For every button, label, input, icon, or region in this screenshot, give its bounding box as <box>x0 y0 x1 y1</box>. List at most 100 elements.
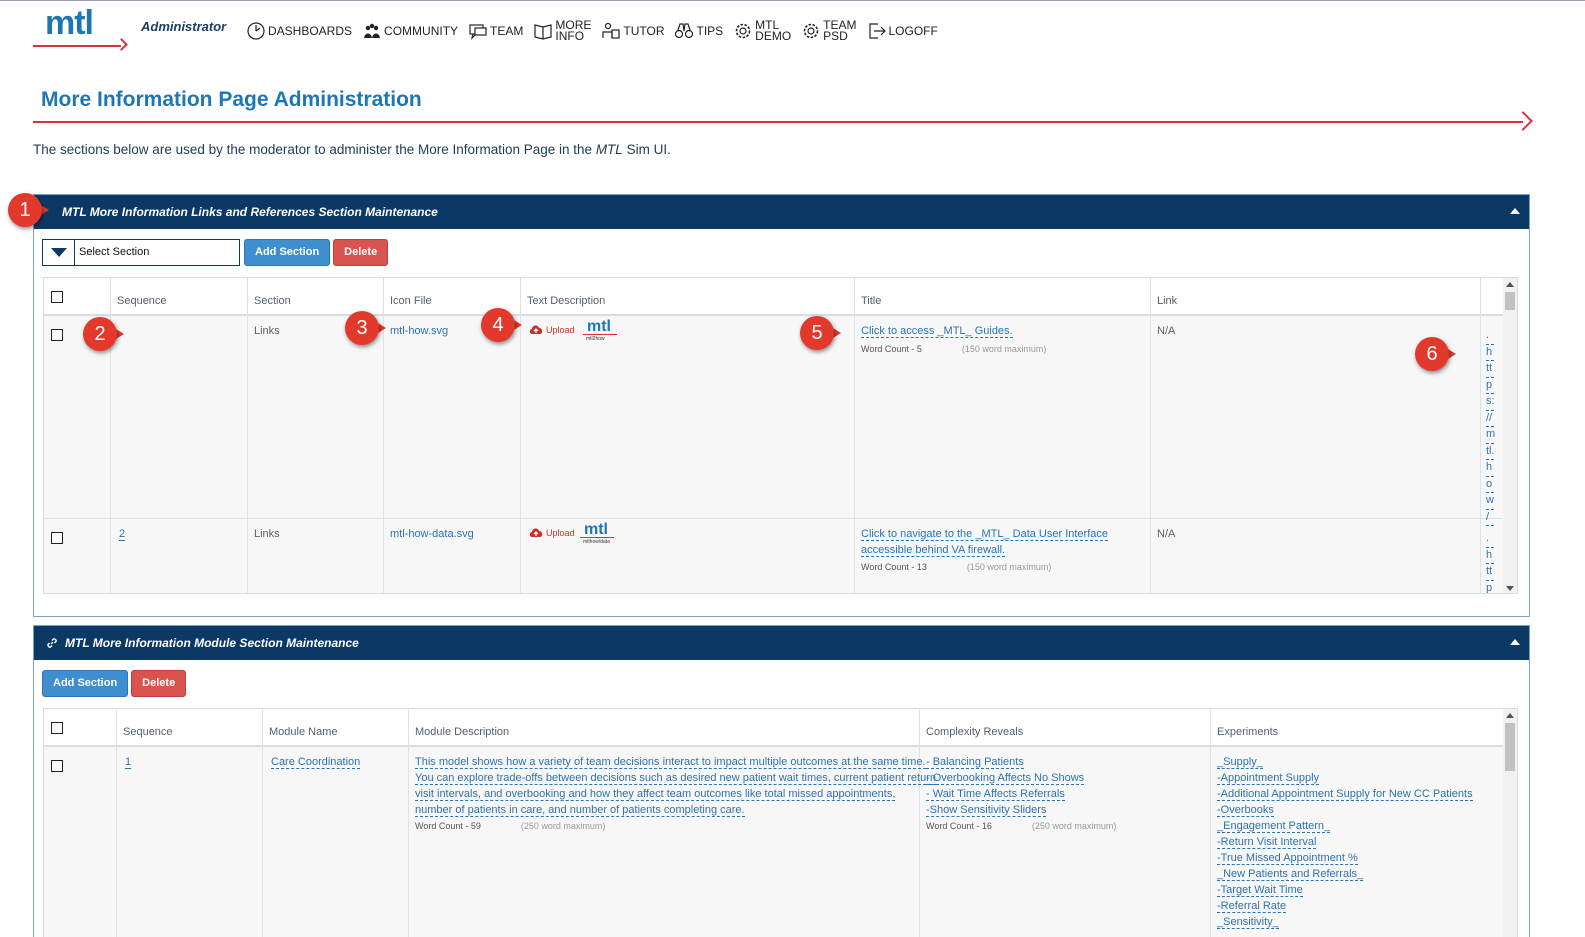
row-title-link[interactable]: Click to navigate to the _MTL_ Data User… <box>861 526 1109 558</box>
row-link: N/A <box>1157 325 1176 337</box>
row-url-link[interactable]: . h tt p <box>1486 531 1500 593</box>
row-section: Links <box>254 325 280 337</box>
collapse-icon[interactable] <box>1510 208 1520 214</box>
links-section-panel: MTL More Information Links and Reference… <box>33 194 1530 617</box>
nav-team-psd[interactable]: TEAM PSD <box>801 19 857 42</box>
preview-caption: mtlhow/data <box>583 539 610 545</box>
complexity-item: - Wait Time Affects Referrals <box>926 788 1065 801</box>
links-table-scrollbar[interactable] <box>1503 278 1517 593</box>
title-line: Click to navigate to the _MTL_ Data User… <box>861 528 1109 541</box>
scroll-down-icon[interactable] <box>1506 586 1514 591</box>
logo-underline <box>33 45 121 47</box>
col-sequence: Sequence <box>123 726 173 738</box>
experiment-item: _Sensitivity_ <box>1217 916 1279 929</box>
icon-preview: mtl mtlhow/data <box>580 521 620 546</box>
url-char: // <box>1486 411 1494 427</box>
module-name-link[interactable]: Care Coordination <box>271 756 361 769</box>
row-icon-file[interactable]: mtl-how.svg <box>390 325 448 337</box>
nav-tips-label: TIPS <box>696 24 724 38</box>
mtl-logo[interactable]: mtl <box>33 4 129 51</box>
row-icon-file[interactable]: mtl-how-data.svg <box>390 528 474 540</box>
scroll-up-icon[interactable] <box>1506 282 1514 287</box>
row-checkbox[interactable] <box>51 329 63 341</box>
module-description-link[interactable]: This model shows how a variety of team d… <box>415 754 936 818</box>
callout-marker: 2 <box>83 317 124 351</box>
links-panel-header[interactable]: MTL More Information Links and Reference… <box>34 195 1529 229</box>
module-panel-header[interactable]: MTL More Information Module Section Main… <box>34 626 1529 660</box>
preview-logo-line <box>583 334 617 335</box>
nav-mtl-demo-line2: DEMO <box>755 29 792 43</box>
chevron-down-icon[interactable] <box>43 239 75 265</box>
sequence-link[interactable]: 2 <box>119 528 126 541</box>
callout-number: 1 <box>19 198 31 221</box>
col-link: Link <box>1157 295 1178 307</box>
upload-button[interactable]: Upload <box>529 324 575 336</box>
nav-logoff[interactable]: LOGOFF <box>867 21 938 41</box>
experiment-item: -True Missed Appointment % <box>1217 852 1358 865</box>
callout-marker: 4 <box>481 308 522 342</box>
description-line: You can explore trade-offs between decis… <box>415 772 936 785</box>
logo-text: mtl <box>45 4 94 42</box>
page-intro: The sections below are used by the moder… <box>33 142 671 157</box>
row-url-link[interactable]: . h tt p s: // m tl. h o w / <box>1486 328 1500 526</box>
add-section-button[interactable]: Add Section <box>42 669 129 697</box>
section-select[interactable]: Select Section <box>42 238 240 266</box>
section-select-value: Select Section <box>79 246 150 258</box>
complexity-reveals-link[interactable]: - Balancing Patients - Overbooking Affec… <box>926 754 1085 818</box>
col-divider <box>1150 278 1151 593</box>
row-checkbox[interactable] <box>51 760 63 772</box>
delete-button[interactable]: Delete <box>131 669 187 697</box>
row-title-link[interactable]: Click to access _MTL_ Guides. <box>861 323 1013 339</box>
experiment-item: -Target Wait Time <box>1217 884 1303 897</box>
links-panel-title: MTL More Information Links and Reference… <box>62 205 438 219</box>
url-char: tl. <box>1486 444 1495 460</box>
main-nav: DASHBOARDS COMMUNITY TEAM MORE INFO TUTOR… <box>246 19 948 43</box>
scroll-up-icon[interactable] <box>1506 713 1514 718</box>
row-sequence[interactable]: 1 <box>125 756 132 769</box>
nav-more-info[interactable]: MORE INFO <box>533 19 591 42</box>
sequence-link[interactable]: 1 <box>125 756 132 769</box>
url-char: h <box>1486 460 1494 477</box>
row-module-name[interactable]: Care Coordination <box>271 756 361 769</box>
nav-tutor-label: TUTOR <box>623 24 665 38</box>
col-divider <box>919 709 920 937</box>
add-section-button[interactable]: Add Section <box>244 238 331 266</box>
module-table-scrollbar[interactable] <box>1503 709 1517 937</box>
nav-mtl-demo[interactable]: MTL DEMO <box>733 19 792 43</box>
nav-team[interactable]: TEAM <box>468 21 523 41</box>
col-module-name: Module Name <box>269 726 338 738</box>
delete-button[interactable]: Delete <box>333 238 389 266</box>
nav-community[interactable]: COMMUNITY <box>362 21 458 41</box>
complexity-item: - Overbooking Affects No Shows <box>926 772 1085 785</box>
nav-dashboards[interactable]: DASHBOARDS <box>246 21 352 41</box>
community-icon <box>364 23 381 38</box>
title-word-count: Word Count - 5 (150 word maximum) <box>861 344 1046 354</box>
word-count: Word Count - 13 <box>861 562 927 572</box>
book-icon <box>534 24 552 40</box>
description-line: This model shows how a variety of team d… <box>415 756 926 769</box>
upload-button[interactable]: Upload <box>529 527 575 539</box>
nav-tips[interactable]: TIPS <box>674 21 723 41</box>
intro-text-end: Sim UI. <box>622 142 671 157</box>
word-max: (250 word maximum) <box>520 821 606 831</box>
select-all-checkbox[interactable] <box>51 291 63 303</box>
select-all-checkbox[interactable] <box>51 722 63 734</box>
scroll-thumb[interactable] <box>1505 723 1515 771</box>
url-char: m <box>1486 427 1495 444</box>
col-divider <box>262 709 263 937</box>
nav-tutor[interactable]: TUTOR <box>601 21 664 41</box>
module-section-panel: MTL More Information Module Section Main… <box>33 625 1530 937</box>
experiments-link[interactable]: _Supply_ -Appointment Supply -Additional… <box>1217 754 1473 930</box>
upload-label: Upload <box>546 325 575 335</box>
description-line: number of patients in care, and number o… <box>415 804 745 817</box>
preview-caption: mtl2how <box>586 336 605 342</box>
collapse-icon[interactable] <box>1510 639 1520 645</box>
title-line: accessible behind VA firewall. <box>861 544 1006 557</box>
row-divider <box>44 518 1502 519</box>
url-char: h <box>1486 548 1494 564</box>
description-line: visit intervals, and overbooking and how… <box>415 788 896 801</box>
row-sequence[interactable]: 2 <box>119 528 126 541</box>
scroll-thumb[interactable] <box>1505 292 1515 310</box>
word-count: Word Count - 59 <box>415 821 481 831</box>
row-checkbox[interactable] <box>51 532 63 544</box>
